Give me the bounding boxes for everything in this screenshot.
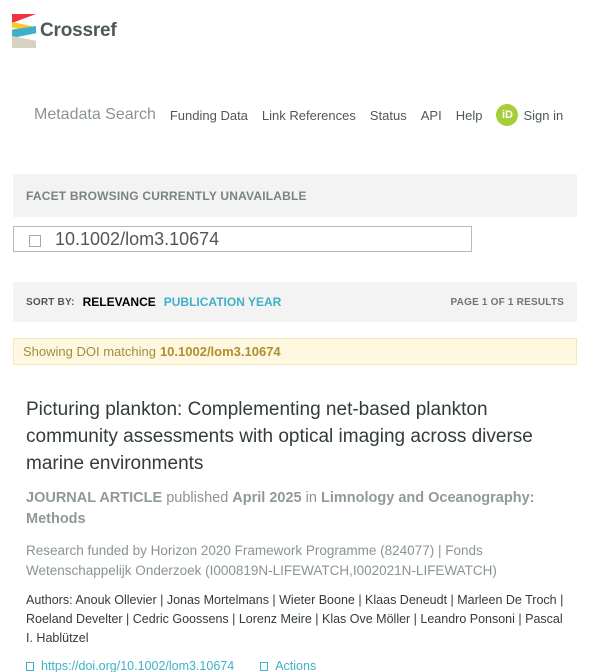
actions-button[interactable]: Actions bbox=[260, 659, 316, 672]
crossref-logo[interactable]: Crossref bbox=[12, 14, 117, 48]
metadata-search-link[interactable]: Metadata Search bbox=[34, 106, 156, 124]
search-box bbox=[13, 226, 472, 252]
sort-bar: SORT BY: RELEVANCE PUBLICATION YEAR PAGE… bbox=[13, 282, 577, 322]
crossref-logo-icon bbox=[12, 14, 36, 48]
facet-notice-text: FACET BROWSING CURRENTLY UNAVAILABLE bbox=[26, 188, 307, 203]
result-authors: Authors: Anouk Ollevier | Jonas Mortelma… bbox=[26, 593, 564, 645]
result-type: JOURNAL ARTICLE bbox=[26, 490, 163, 506]
result-links: https://doi.org/10.1002/lom3.10674 Actio… bbox=[26, 659, 566, 672]
actions-icon bbox=[260, 661, 269, 671]
result-funding: Research funded by Horizon 2020 Framewor… bbox=[26, 543, 497, 578]
search-input[interactable] bbox=[55, 228, 435, 250]
doi-match-prefix: Showing DOI matching bbox=[23, 344, 156, 359]
search-checkbox-icon bbox=[29, 235, 41, 247]
nav-help[interactable]: Help bbox=[456, 108, 483, 123]
sort-relevance-option[interactable]: RELEVANCE bbox=[83, 295, 156, 309]
nav-status[interactable]: Status bbox=[370, 108, 407, 123]
page-info: PAGE 1 OF 1 RESULTS bbox=[450, 296, 564, 308]
result-in-word: in bbox=[305, 490, 317, 506]
sort-by-label: SORT BY: bbox=[26, 296, 75, 308]
logo-text: Crossref bbox=[40, 20, 117, 41]
top-navigation: Metadata Search Funding Data Link Refere… bbox=[34, 102, 563, 128]
doi-link[interactable]: https://doi.org/10.1002/lom3.10674 bbox=[26, 659, 234, 672]
result-title[interactable]: Picturing plankton: Complementing net-ba… bbox=[26, 396, 566, 477]
nav-link-references[interactable]: Link References bbox=[262, 108, 356, 123]
actions-label: Actions bbox=[275, 659, 317, 672]
doi-match-notice: Showing DOI matching 10.1002/lom3.10674 bbox=[13, 338, 577, 365]
doi-match-value: 10.1002/lom3.10674 bbox=[159, 344, 281, 359]
link-icon bbox=[26, 661, 34, 671]
result-date: April 2025 bbox=[232, 490, 302, 506]
sign-in-link[interactable]: Sign in bbox=[523, 108, 563, 123]
orcid-icon[interactable]: iD bbox=[496, 104, 519, 126]
result-meta: JOURNAL ARTICLE published April 2025 in … bbox=[26, 488, 566, 530]
nav-funding-data[interactable]: Funding Data bbox=[170, 108, 248, 123]
nav-api[interactable]: API bbox=[421, 108, 442, 123]
facet-notice-bar: FACET BROWSING CURRENTLY UNAVAILABLE bbox=[13, 174, 577, 217]
sort-publication-year-option[interactable]: PUBLICATION YEAR bbox=[164, 295, 282, 309]
result-published-word: published bbox=[166, 490, 229, 506]
search-result: Picturing plankton: Complementing net-ba… bbox=[26, 396, 566, 672]
doi-link-text: https://doi.org/10.1002/lom3.10674 bbox=[41, 659, 235, 672]
